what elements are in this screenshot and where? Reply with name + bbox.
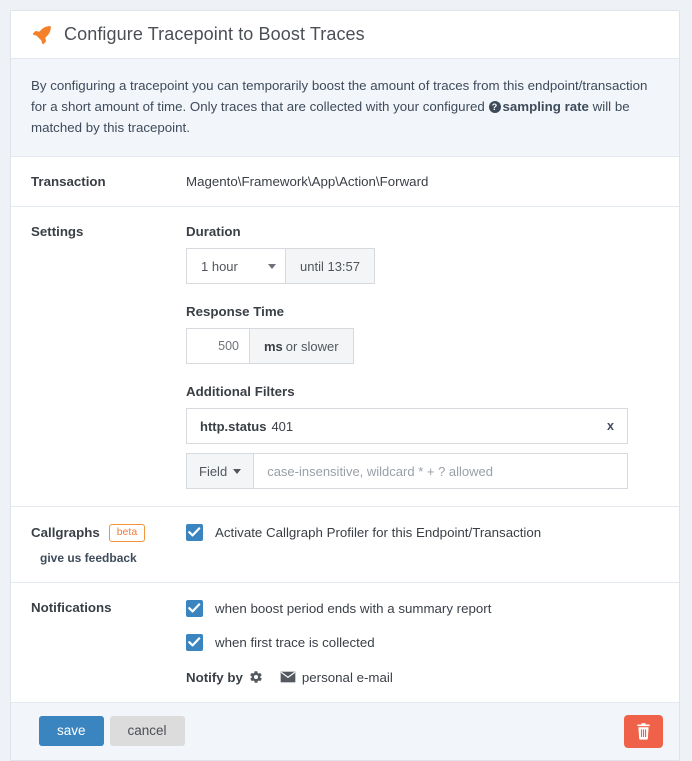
- notify-first-trace-checkbox[interactable]: [186, 633, 203, 651]
- notify-summary-checkbox[interactable]: [186, 599, 203, 617]
- beta-badge: beta: [108, 524, 146, 542]
- callgraphs-body: Activate Callgraph Profiler for this End…: [186, 507, 679, 582]
- notify-first-trace-checkbox-line: when first trace is collected: [186, 633, 659, 651]
- cancel-button[interactable]: cancel: [109, 716, 185, 746]
- notifications-label: Notifications: [31, 599, 112, 615]
- callgraphs-label-block: Callgraphs beta give us feedback: [11, 507, 186, 582]
- field-dropdown-label: Field: [199, 463, 228, 479]
- applied-filter: http.status 401 x: [186, 408, 628, 444]
- filter-row: http.status 401 x: [186, 408, 628, 444]
- field-dropdown-button[interactable]: Field: [186, 453, 255, 489]
- settings-row: Settings Duration 1 hour until 13:57 Res…: [11, 207, 679, 507]
- duration-select[interactable]: 1 hour: [186, 248, 286, 284]
- notify-target: personal e-mail: [301, 669, 393, 685]
- notify-first-trace-label: when first trace is collected: [215, 634, 375, 650]
- transaction-label: Transaction: [31, 174, 106, 189]
- notify-by-line: Notify by personal e-mail: [186, 670, 659, 685]
- page-title: Configure Tracepoint to Boost Traces: [64, 24, 365, 44]
- panel-header: Configure Tracepoint to Boost Traces: [11, 11, 679, 59]
- sampling-rate-link[interactable]: sampling rate: [503, 99, 589, 114]
- settings-body: Duration 1 hour until 13:57 Response Tim…: [186, 207, 679, 506]
- additional-filters-label: Additional Filters: [186, 384, 295, 399]
- give-us-feedback-link[interactable]: give us feedback: [40, 551, 186, 565]
- notifications-body: when boost period ends with a summary re…: [186, 583, 679, 702]
- trash-icon: [637, 722, 650, 740]
- duration-input-group: 1 hour until 13:57: [186, 248, 375, 284]
- duration-until-addon: until 13:57: [286, 248, 375, 284]
- notify-by-label: Notify by: [186, 669, 243, 685]
- description-block: By configuring a tracepoint you can temp…: [11, 59, 679, 157]
- chevron-down-icon: [233, 468, 242, 474]
- settings-label: Settings: [31, 224, 84, 239]
- check-icon: [188, 527, 201, 537]
- notify-summary-label: when boost period ends with a summary re…: [215, 600, 492, 616]
- envelope-icon: [280, 671, 296, 683]
- response-time-unit: ms: [264, 338, 283, 354]
- applied-filter-text: http.status 401: [200, 419, 293, 434]
- panel-footer: save cancel: [11, 702, 679, 760]
- response-time-label: Response Time: [186, 304, 285, 319]
- check-icon: [188, 602, 201, 612]
- duration-label: Duration: [186, 224, 241, 239]
- duration-select-value: 1 hour: [201, 258, 238, 274]
- chevron-down-icon: [268, 264, 276, 269]
- response-time-input[interactable]: [186, 328, 250, 364]
- response-time-input-group: msor slower: [186, 328, 354, 364]
- remove-filter-icon[interactable]: x: [597, 419, 614, 433]
- new-filter-row: Field: [186, 453, 628, 489]
- callgraph-profiler-checkbox[interactable]: [186, 524, 203, 541]
- callgraphs-heading: Callgraphs beta: [31, 524, 186, 542]
- response-time-unit-addon: ms or slower: [250, 328, 354, 364]
- tracepoint-config-panel: Configure Tracepoint to Boost Traces By …: [10, 10, 680, 761]
- transaction-value: Magento\Framework\App\Action\Forward: [186, 174, 429, 189]
- transaction-row: Transaction Magento\Framework\App\Action…: [11, 157, 679, 207]
- rocket-icon: [32, 25, 51, 44]
- notify-summary-checkbox-line: when boost period ends with a summary re…: [186, 599, 659, 617]
- save-button[interactable]: save: [39, 716, 104, 746]
- filter-value-input[interactable]: [254, 453, 628, 489]
- callgraph-profiler-label: Activate Callgraph Profiler for this End…: [215, 525, 542, 540]
- callgraph-profiler-checkbox-line: Activate Callgraph Profiler for this End…: [186, 524, 659, 541]
- transaction-body: Magento\Framework\App\Action\Forward: [186, 157, 679, 206]
- gear-icon[interactable]: [249, 670, 263, 684]
- applied-filter-value: 401: [271, 418, 294, 434]
- callgraphs-row: Callgraphs beta give us feedback Activat…: [11, 507, 679, 583]
- applied-filter-key: http.status: [200, 418, 267, 434]
- response-time-suffix: or slower: [285, 338, 339, 354]
- check-icon: [188, 636, 201, 646]
- delete-button[interactable]: [624, 714, 663, 748]
- notifications-row: Notifications when boost period ends wit…: [11, 583, 679, 703]
- callgraphs-label: Callgraphs: [31, 525, 100, 541]
- help-circle-icon[interactable]: ?: [488, 101, 501, 113]
